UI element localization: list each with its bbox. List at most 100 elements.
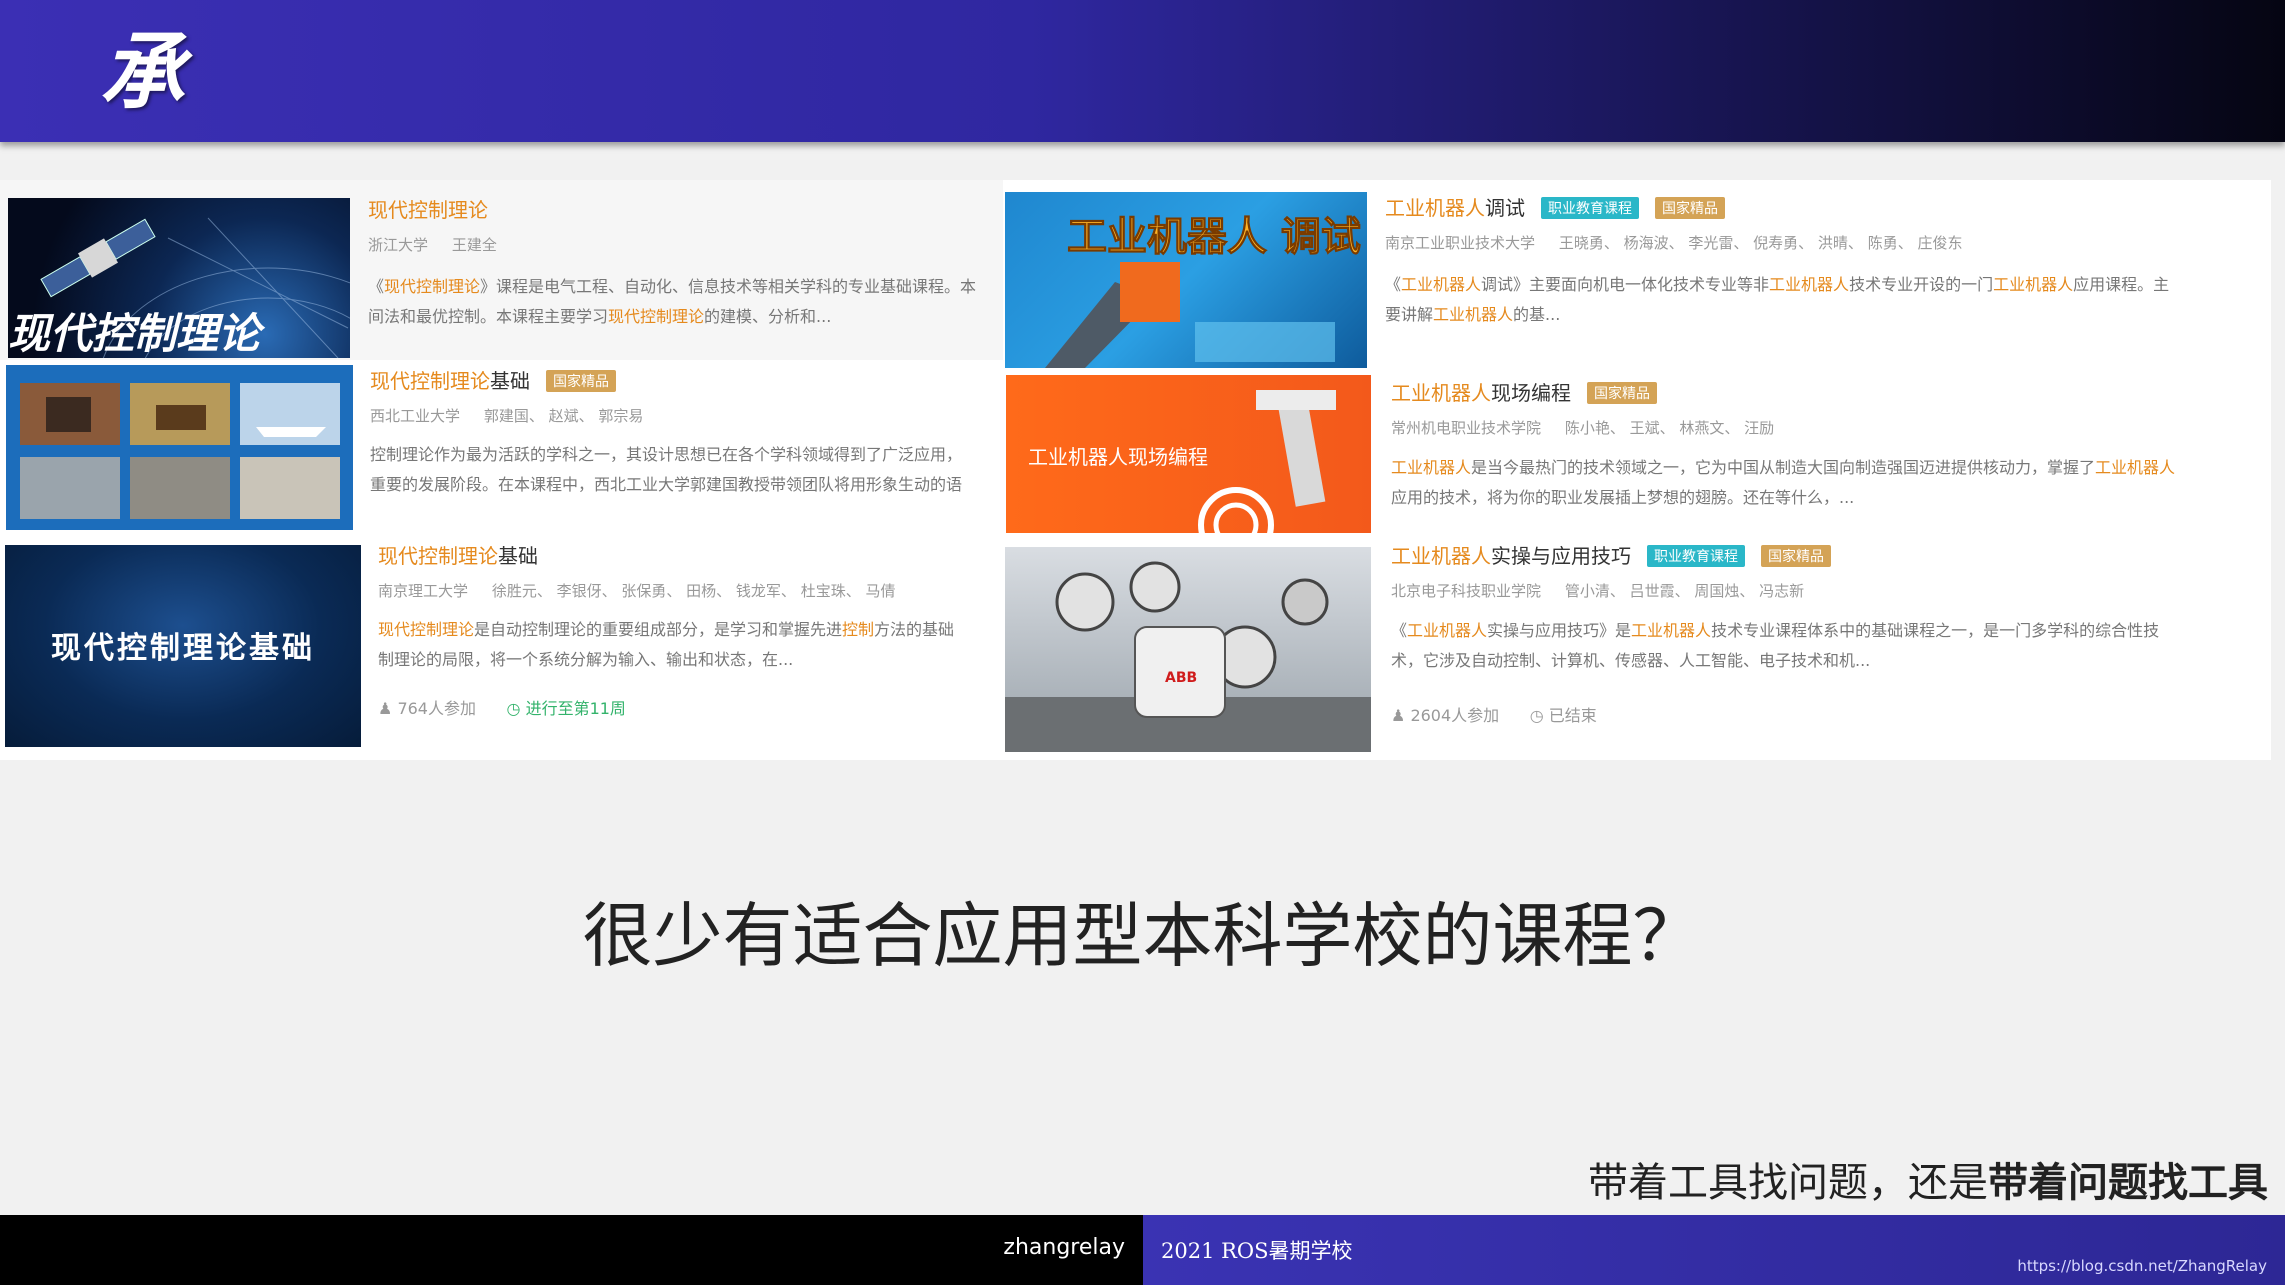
course-school-teachers: 浙江大学 王建全: [368, 234, 497, 255]
course-teachers: 郭建国、 赵斌、 郭宗易: [483, 407, 644, 425]
keyword-highlight: 工业机器人: [1391, 458, 1472, 477]
description-text: 控制理论作为最为活跃的学科之一，其设计思想已在各个学科领域得到了广泛应用，: [370, 445, 963, 464]
thumbnail-text: 现代控制理论基础: [51, 631, 315, 666]
robot-icon: ABB: [1005, 561, 1371, 752]
left-course-panel: 现代控制理论 现代控制理论 浙江大学 王建全 《现代控制理论》课程是电气工程、自…: [0, 180, 1003, 760]
tag-badge: 职业教育课程: [1647, 545, 1745, 567]
description-text: 是自动控制理论的重要组成部分，是学习和掌握先进: [474, 620, 843, 639]
course-thumbnail[interactable]: 工业机器人 调试: [1005, 192, 1367, 368]
tagline-bold: 带着问题找工具: [1988, 1159, 2268, 1206]
footer-right: 2021 ROS暑期学校 https://blog.csdn.net/Zhang…: [1143, 1215, 2285, 1285]
description-text: 的建模、分析和...: [704, 307, 832, 326]
course-title[interactable]: 工业机器人现场编程 国家精品: [1391, 377, 1657, 406]
course-school: 西北工业大学: [370, 407, 461, 425]
title-rest: 调试: [1485, 196, 1525, 220]
course-thumbnail[interactable]: 现代控制理论: [8, 198, 350, 358]
course-title[interactable]: 工业机器人实操与应用技巧 职业教育课程 国家精品: [1391, 540, 1831, 569]
course-teachers: 陈小艳、 王斌、 林燕文、 汪励: [1564, 419, 1775, 437]
thumbnail-text: 工业机器人 调试: [1067, 214, 1361, 260]
course-thumbnail[interactable]: 工业机器人现场编程: [1006, 375, 1371, 533]
footer-left: zhangrelay: [0, 1215, 1143, 1285]
description-text: 应用的技术，将为你的职业发展插上梦想的翅膀。还在等什么，...: [1391, 488, 1855, 507]
keyword-highlight: 工业机器人: [1407, 621, 1488, 640]
course-school: 北京电子科技职业学院: [1391, 582, 1542, 600]
keyword-highlight: 工业机器人: [1433, 305, 1514, 324]
course-card[interactable]: 工业机器人现场编程 工业机器人现场编程 国家精品 常州机电职业技术学院 陈小艳、 …: [1003, 375, 2271, 540]
course-description: 工业机器人是当今最热门的技术领域之一，它为中国从制造大国向制造强国迈进提供核动力…: [1391, 453, 2269, 513]
course-school: 南京理工大学: [378, 582, 469, 600]
course-school-teachers: 常州机电职业技术学院 陈小艳、 王斌、 林燕文、 汪励: [1391, 417, 1774, 438]
course-teachers: 王晓勇、 杨海波、 李光雷、 倪寿勇、 洪晴、 陈勇、 庄俊东: [1558, 234, 1963, 252]
description-text: 应用课程。主: [2073, 275, 2170, 294]
course-card[interactable]: ABB 工业机器人实操与应用技巧 职业教育课程 国家精品 北京电子科技职业学院 管小…: [1003, 540, 2271, 760]
course-thumbnail[interactable]: [6, 365, 353, 530]
course-title[interactable]: 现代控制理论基础 国家精品: [370, 365, 616, 394]
title-highlight: 工业机器人: [1391, 381, 1491, 405]
title-highlight: 现代控制理论: [368, 198, 488, 222]
course-thumbnail[interactable]: 现代控制理论基础: [5, 545, 361, 747]
description-text: 技术专业开设的一门: [1849, 275, 1994, 294]
tag-badge: 国家精品: [1761, 545, 1831, 567]
footer-author: zhangrelay: [1003, 1235, 1125, 1260]
course-title[interactable]: 现代控制理论: [368, 194, 488, 223]
keyword-highlight: 工业机器人: [1993, 275, 2074, 294]
course-title[interactable]: 工业机器人调试 职业教育课程 国家精品: [1385, 192, 1725, 221]
course-school: 浙江大学: [368, 236, 429, 254]
description-text: 实操与应用技巧》是: [1487, 621, 1632, 640]
course-status: 已结束: [1548, 706, 1597, 725]
course-title[interactable]: 现代控制理论基础: [378, 540, 538, 569]
course-description: 《现代控制理论》课程是电气工程、自动化、信息技术等相关学科的专业基础课程。本 间法…: [368, 272, 1003, 332]
thumbnail-text: 工业机器人现场编程: [1028, 445, 1208, 469]
title-highlight: 工业机器人: [1391, 544, 1491, 568]
title-rest: 现场编程: [1491, 381, 1571, 405]
course-school-teachers: 南京工业职业技术大学 王晓勇、 杨海波、 李光雷、 倪寿勇、 洪晴、 陈勇、 庄…: [1385, 232, 1962, 253]
course-stats: ♟ 2604人参加 ◷ 已结束: [1391, 702, 1597, 726]
course-card[interactable]: 现代控制理论基础 现代控制理论基础 南京理工大学 徐胜元、 李银伢、 张保勇、 …: [0, 540, 1003, 760]
course-teachers: 王建全: [451, 236, 497, 254]
course-thumbnail[interactable]: ABB: [1005, 547, 1371, 752]
course-school: 常州机电职业技术学院: [1391, 419, 1542, 437]
title-highlight: 现代控制理论: [378, 544, 498, 568]
thumbnail-text: 现代控制理论: [8, 309, 266, 358]
keyword-highlight: 现代控制理论: [384, 277, 481, 296]
title-rest: 基础: [498, 544, 538, 568]
course-school-teachers: 西北工业大学 郭建国、 赵斌、 郭宗易: [370, 405, 643, 426]
keyword-highlight: 工业机器人: [1631, 621, 1712, 640]
footer-url[interactable]: https://blog.csdn.net/ZhangRelay: [2017, 1257, 2267, 1275]
title-rest: 基础: [490, 369, 530, 393]
robot-arm-icon: 工业机器人 调试: [1045, 214, 1361, 368]
description-text: 技术专业课程体系中的基础课程之一，是一门多学科的综合性技: [1711, 621, 2160, 640]
title-rest: 实操与应用技巧: [1491, 544, 1631, 568]
course-school: 南京工业职业技术大学: [1385, 234, 1536, 252]
clock-icon: ◷: [1529, 706, 1544, 725]
description-text: 要讲解: [1385, 305, 1434, 324]
course-card[interactable]: 现代控制理论基础 国家精品 西北工业大学 郭建国、 赵斌、 郭宗易 控制理论作为最…: [0, 365, 1003, 540]
course-description: 现代控制理论是自动控制理论的重要组成部分，是学习和掌握先进控制方法的基础制理论的…: [378, 615, 1003, 675]
course-stats: ♟ 764人参加 ◷ 进行至第11周: [378, 695, 626, 719]
course-card[interactable]: 工业机器人 调试 工业机器人调试 职业教育课程 国家精品 南京工业职业技术大学 王晓…: [1003, 180, 2271, 370]
course-description: 《工业机器人调试》主要面向机电一体化技术专业等非工业机器人技术专业开设的一门工业…: [1385, 270, 2265, 330]
keyword-highlight: 现代控制理论: [378, 620, 475, 639]
tagline-normal: 带着工具找问题，还是: [1588, 1160, 1988, 1206]
description-text: 制理论的局限，将一个系统分解为输入、输出和状态，在...: [378, 650, 794, 669]
clock-icon: ◷: [506, 699, 521, 718]
description-text: 》课程是电气工程、自动化、信息技术等相关学科的专业基础课程。本: [480, 277, 977, 296]
tag-badge: 职业教育课程: [1541, 197, 1639, 219]
satellite-icon: 现代控制理论: [8, 217, 350, 358]
course-school-teachers: 北京电子科技职业学院 管小清、 吕世霞、 周国烛、 冯志新: [1391, 580, 1804, 601]
tag-badge: 国家精品: [546, 370, 616, 392]
slide-header: 承: [0, 0, 2285, 142]
user-icon: ♟: [378, 699, 393, 718]
description-text: 重要的发展阶段。在本课程中，西北工业大学郭建国教授带领团队将用形象生动的语: [370, 475, 963, 494]
description-text: 间法和最优控制。本课程主要学习: [368, 307, 609, 326]
description-text: 方法的基础: [874, 620, 955, 639]
slide-tagline: 带着工具找问题，还是带着问题找工具: [1588, 1150, 2268, 1208]
description-text: 是当今最热门的技术领域之一，它为中国从制造大国向制造强国迈进提供核动力，掌握了: [1471, 458, 2096, 477]
description-text: 的基...: [1513, 305, 1561, 324]
keyword-highlight: 控制: [842, 620, 875, 639]
description-text: 《: [1385, 275, 1402, 294]
course-card[interactable]: 现代控制理论 现代控制理论 浙江大学 王建全 《现代控制理论》课程是电气工程、自…: [0, 180, 1003, 360]
slide-question: 很少有适合应用型本科学校的课程？: [582, 895, 1703, 977]
description-text: 术，它涉及自动控制、计算机、传感器、人工智能、电子技术和机...: [1391, 651, 1871, 670]
description-text: 《: [1391, 621, 1408, 640]
